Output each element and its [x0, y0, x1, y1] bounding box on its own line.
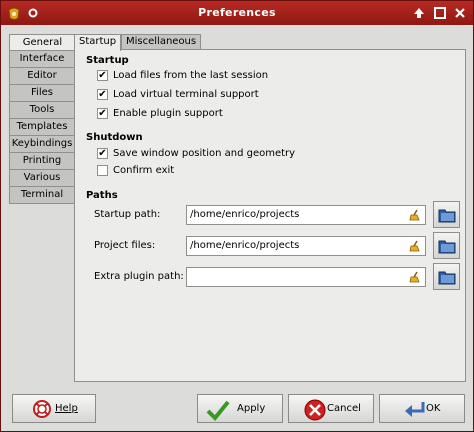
project-files-input[interactable]: /home/enrico/projects — [186, 236, 426, 256]
apply-label: Apply — [237, 403, 266, 414]
preferences-window: Preferences General Interface Editor Fil… — [0, 0, 474, 432]
folder-icon — [438, 209, 456, 223]
apply-button[interactable]: Apply — [197, 394, 283, 423]
clear-broom-icon[interactable] — [409, 209, 421, 221]
tab-startup[interactable]: Startup — [74, 34, 122, 51]
load-terminal-checkbox[interactable]: ✔ — [97, 89, 108, 100]
sidebar-item-tools[interactable]: Tools — [9, 102, 74, 119]
sidebar-item-files[interactable]: Files — [9, 85, 74, 102]
startup-path-label: Startup path: — [94, 209, 161, 220]
clear-broom-icon[interactable] — [409, 240, 421, 252]
help-button[interactable]: Help — [12, 394, 96, 423]
cancel-label: Cancel — [327, 403, 361, 414]
sidebar-item-terminal[interactable]: Terminal — [9, 187, 74, 204]
load-session-checkbox[interactable]: ✔ — [97, 70, 108, 81]
maximize-arrow-icon[interactable] — [411, 5, 427, 21]
extra-plugin-path-input[interactable] — [186, 267, 426, 287]
enter-arrow-icon — [405, 402, 425, 417]
extra-plugin-path-label: Extra plugin path: — [94, 271, 184, 282]
restore-icon[interactable] — [432, 5, 448, 21]
sidebar-item-various[interactable]: Various — [9, 170, 74, 187]
sidebar-item-printing[interactable]: Printing — [9, 153, 74, 170]
save-geometry-label: Save window position and geometry — [113, 148, 296, 159]
sidebar-item-keybindings[interactable]: Keybindings — [9, 136, 74, 153]
sidebar-item-general[interactable]: General — [9, 34, 75, 51]
tab-miscellaneous[interactable]: Miscellaneous — [121, 34, 202, 50]
folder-icon — [438, 271, 456, 285]
confirm-exit-checkbox[interactable] — [97, 165, 108, 176]
extra-plugin-path-browse-button[interactable] — [433, 263, 460, 290]
project-files-browse-button[interactable] — [433, 232, 460, 259]
cancel-stop-icon — [304, 399, 326, 421]
window-title: Preferences — [198, 6, 276, 19]
startup-heading: Startup — [86, 55, 129, 66]
startup-path-browse-button[interactable] — [433, 201, 460, 228]
startup-path-input[interactable]: /home/enrico/projects — [186, 205, 426, 225]
enable-plugins-checkbox[interactable]: ✔ — [97, 108, 108, 119]
startup-path-value: /home/enrico/projects — [190, 209, 300, 220]
project-files-value: /home/enrico/projects — [190, 240, 300, 251]
project-files-label: Project files: — [94, 240, 156, 251]
load-terminal-label: Load virtual terminal support — [113, 89, 259, 100]
checkmark-icon — [206, 400, 230, 421]
ok-button[interactable]: OK — [379, 394, 465, 423]
folder-icon — [438, 240, 456, 254]
ok-label: OK — [426, 403, 441, 414]
enable-plugins-label: Enable plugin support — [113, 108, 223, 119]
confirm-exit-label: Confirm exit — [113, 165, 175, 176]
clear-broom-icon[interactable] — [409, 271, 421, 283]
cancel-button[interactable]: Cancel — [288, 394, 374, 423]
save-geometry-checkbox[interactable]: ✔ — [97, 148, 108, 159]
sidebar-item-templates[interactable]: Templates — [9, 119, 74, 136]
sidebar-item-editor[interactable]: Editor — [9, 68, 74, 85]
shutdown-heading: Shutdown — [86, 132, 143, 143]
help-lifebuoy-icon — [33, 400, 51, 418]
load-session-label: Load files from the last session — [113, 70, 269, 81]
title-bar[interactable]: Preferences — [1, 1, 473, 25]
paths-heading: Paths — [86, 190, 118, 201]
close-icon[interactable] — [452, 5, 468, 21]
help-label: Help — [55, 403, 78, 414]
sidebar: General Interface Editor Files Tools Tem… — [9, 34, 75, 204]
sidebar-item-interface[interactable]: Interface — [9, 51, 74, 68]
